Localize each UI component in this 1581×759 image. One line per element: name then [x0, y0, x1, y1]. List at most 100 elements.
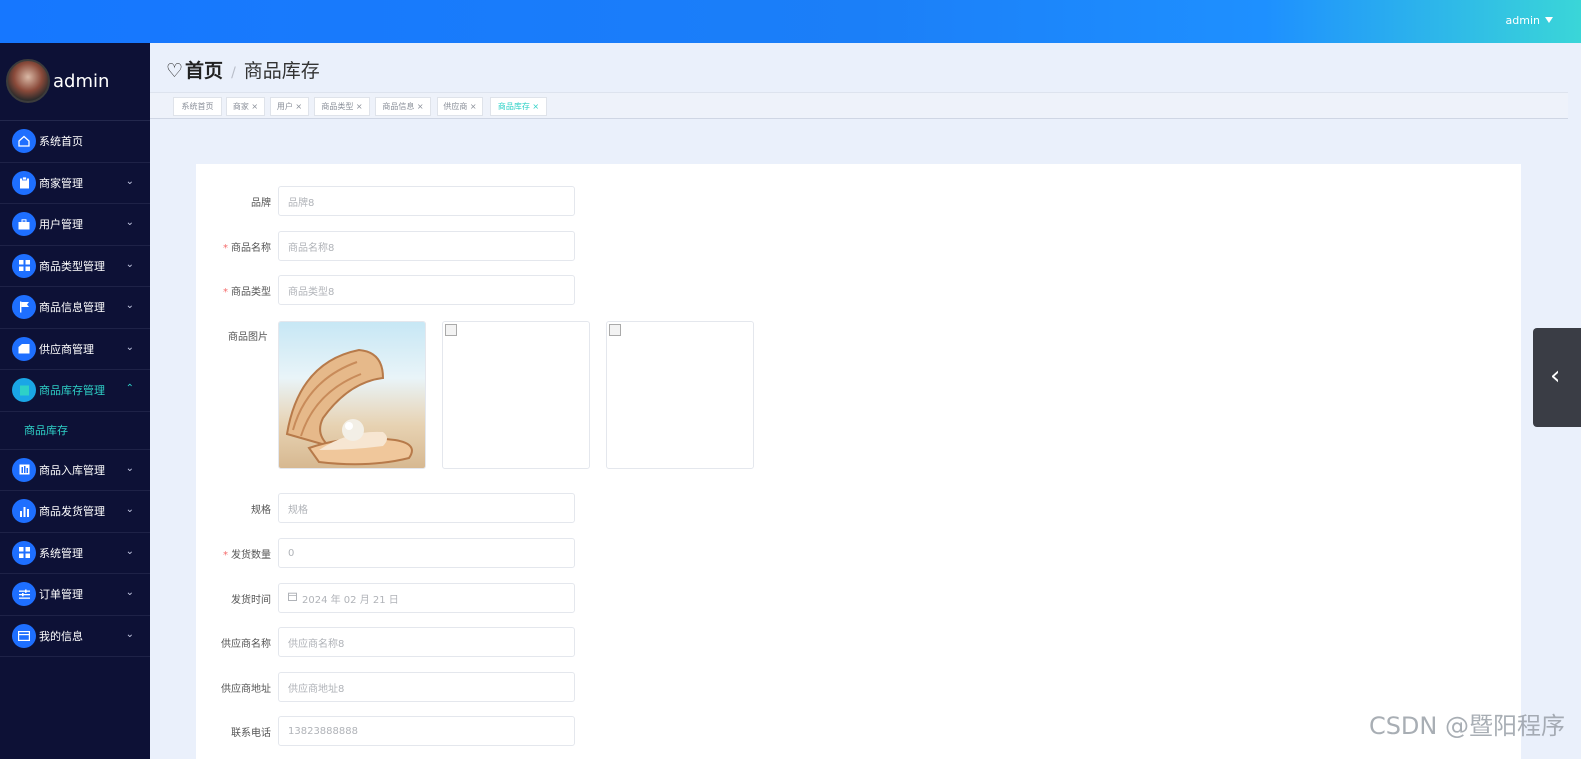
sidebar-item-label: 供应商管理 — [39, 342, 94, 356]
tab-merchant[interactable]: 商家 × — [226, 97, 265, 116]
form-row-ship-time: 发货时间 2024 年 02 月 21 日 — [196, 583, 796, 613]
sidebar-subitem-label: 商品库存 — [24, 424, 68, 437]
sidebar-subitem-inventory[interactable]: 商品库存 — [0, 412, 150, 450]
supplier-name-label: 供应商名称 — [221, 639, 271, 650]
product-image-1[interactable] — [278, 321, 426, 469]
chevron-down-icon: ⌄ — [125, 341, 134, 353]
chevron-down-icon: ⌄ — [125, 628, 134, 640]
product-image-2[interactable] — [442, 321, 590, 469]
chevron-left-icon: ‹ — [1550, 361, 1561, 391]
grid-icon — [12, 253, 36, 278]
spec-input[interactable]: 规格 — [278, 493, 575, 523]
bars-icon — [12, 457, 36, 482]
tab-product-type[interactable]: 商品类型 × — [314, 97, 370, 116]
sidebar: admin 系统首页 商家管理 ⌄ 用户管理 ⌄ 商品类型管理 ⌄ 商品信息管理… — [0, 43, 150, 759]
form-row-ship-qty: * 发货数量 0 — [196, 538, 796, 568]
supplier-addr-label: 供应商地址 — [221, 684, 271, 695]
product-type-input[interactable]: 商品类型8 — [278, 275, 575, 305]
sidebar-item-label: 用户管理 — [39, 218, 83, 232]
form-row-name: * 商品名称 商品名称8 — [196, 231, 796, 261]
clipboard-icon — [12, 170, 36, 195]
side-panel-toggle[interactable]: ‹ — [1533, 328, 1581, 427]
chevron-down-icon: ⌄ — [125, 217, 134, 228]
main-area: ♡ 首页 / 商品库存 系统首页 商家 × 用户 × 商品类型 × 商品信息 × 供应… — [150, 43, 1581, 759]
sidebar-item-label: 订单管理 — [39, 588, 83, 602]
caret-down-icon — [1545, 17, 1553, 23]
sidebar-item-merchant[interactable]: 商家管理 ⌄ — [0, 163, 150, 204]
ship-time-label: 发货时间 — [231, 595, 271, 606]
sidebar-item-inventory[interactable]: 商品库存管理 ⌃ — [0, 370, 150, 412]
chevron-down-icon: ⌄ — [125, 258, 134, 270]
chevron-down-icon: ⌄ — [125, 587, 134, 598]
sidebar-profile: admin — [0, 43, 150, 121]
broken-image-icon — [609, 324, 621, 336]
form-row-supplier-addr: 供应商地址 供应商地址8 — [196, 672, 796, 702]
ship-qty-input[interactable]: 0 — [278, 538, 575, 568]
product-image-3[interactable] — [606, 321, 754, 469]
sidebar-item-system[interactable]: 系统管理 ⌄ — [0, 533, 150, 574]
grid-icon — [12, 540, 36, 565]
sidebar-item-product-type[interactable]: 商品类型管理 ⌄ — [0, 246, 150, 287]
chevron-down-icon: ⌄ — [125, 545, 134, 557]
breadcrumb-home[interactable]: 首页 — [185, 60, 223, 82]
tab-home[interactable]: 系统首页 — [173, 97, 222, 116]
chevron-down-icon: ⌄ — [125, 504, 134, 515]
heart-icon: ♡ — [166, 60, 184, 82]
briefcase-icon — [12, 212, 36, 237]
sliders-icon — [12, 582, 36, 607]
brand-label: 品牌 — [251, 198, 271, 209]
sidebar-item-label: 商品发货管理 — [39, 505, 105, 519]
sidebar-item-home[interactable]: 系统首页 — [0, 121, 150, 163]
calendar-icon — [288, 592, 297, 604]
breadcrumb-separator: / — [231, 65, 236, 81]
card-icon — [12, 623, 36, 648]
supplier-addr-input[interactable]: 供应商地址8 — [278, 672, 575, 702]
profile-name: admin — [53, 71, 110, 92]
supplier-name-input[interactable]: 供应商名称8 — [278, 627, 575, 657]
user-name: admin — [1505, 14, 1540, 27]
product-name-input[interactable]: 商品名称8 — [278, 231, 575, 261]
breadcrumb-current: 商品库存 — [243, 60, 320, 82]
sidebar-item-label: 我的信息 — [39, 629, 83, 643]
form-card: 品牌 品牌8 * 商品名称 商品名称8 * 商品类型 商品类型8 商品图片 规格… — [196, 164, 1521, 759]
tab-product-info[interactable]: 商品信息 × — [375, 97, 431, 116]
breadcrumb: ♡ 首页 / 商品库存 — [166, 56, 320, 83]
sidebar-item-supplier[interactable]: 供应商管理 ⌄ — [0, 329, 150, 370]
sidebar-item-label: 商品类型管理 — [39, 259, 105, 273]
sidebar-item-label: 系统首页 — [39, 135, 83, 149]
sidebar-item-label: 商品入库管理 — [39, 463, 105, 477]
chevron-up-icon: ⌃ — [125, 383, 134, 394]
ship-qty-label: * 发货数量 — [223, 550, 271, 561]
sidebar-item-orders[interactable]: 订单管理 ⌄ — [0, 574, 150, 616]
sidebar-item-product-info[interactable]: 商品信息管理 ⌄ — [0, 287, 150, 329]
user-menu[interactable]: admin — [1506, 14, 1553, 27]
form-row-brand: 品牌 品牌8 — [196, 186, 796, 216]
watermark: CSDN @暨阳程序 — [1368, 712, 1565, 740]
product-name-label: * 商品名称 — [223, 243, 271, 254]
phone-label: 联系电话 — [231, 728, 271, 739]
ship-time-input[interactable]: 2024 年 02 月 21 日 — [278, 583, 575, 613]
tab-inventory[interactable]: 商品库存 × — [490, 97, 547, 116]
sidebar-item-label: 商品库存管理 — [39, 384, 105, 398]
sidebar-item-stock-in[interactable]: 商品入库管理 ⌄ — [0, 450, 150, 491]
sidebar-item-my-info[interactable]: 我的信息 ⌄ — [0, 616, 150, 657]
chart-icon — [12, 499, 36, 524]
top-bar: admin — [0, 0, 1581, 43]
form-row-phone: 联系电话 13823888888 — [196, 716, 796, 746]
brand-input[interactable]: 品牌8 — [278, 186, 575, 216]
sidebar-item-label: 商家管理 — [39, 176, 83, 190]
chevron-down-icon: ⌄ — [125, 175, 134, 187]
tab-user[interactable]: 用户 × — [270, 97, 309, 116]
sidebar-item-users[interactable]: 用户管理 ⌄ — [0, 204, 150, 246]
product-image-label: 商品图片 — [228, 332, 268, 343]
phone-input[interactable]: 13823888888 — [278, 716, 575, 746]
sidebar-item-label: 系统管理 — [39, 546, 83, 560]
sidebar-item-shipping[interactable]: 商品发货管理 ⌄ — [0, 491, 150, 533]
broken-image-icon — [445, 324, 457, 336]
home-icon — [12, 129, 36, 154]
product-type-label: * 商品类型 — [223, 287, 271, 298]
chevron-down-icon: ⌄ — [125, 300, 134, 311]
avatar — [6, 59, 50, 103]
tab-supplier[interactable]: 供应商 × — [437, 97, 483, 116]
sidebar-item-label: 商品信息管理 — [39, 301, 105, 315]
